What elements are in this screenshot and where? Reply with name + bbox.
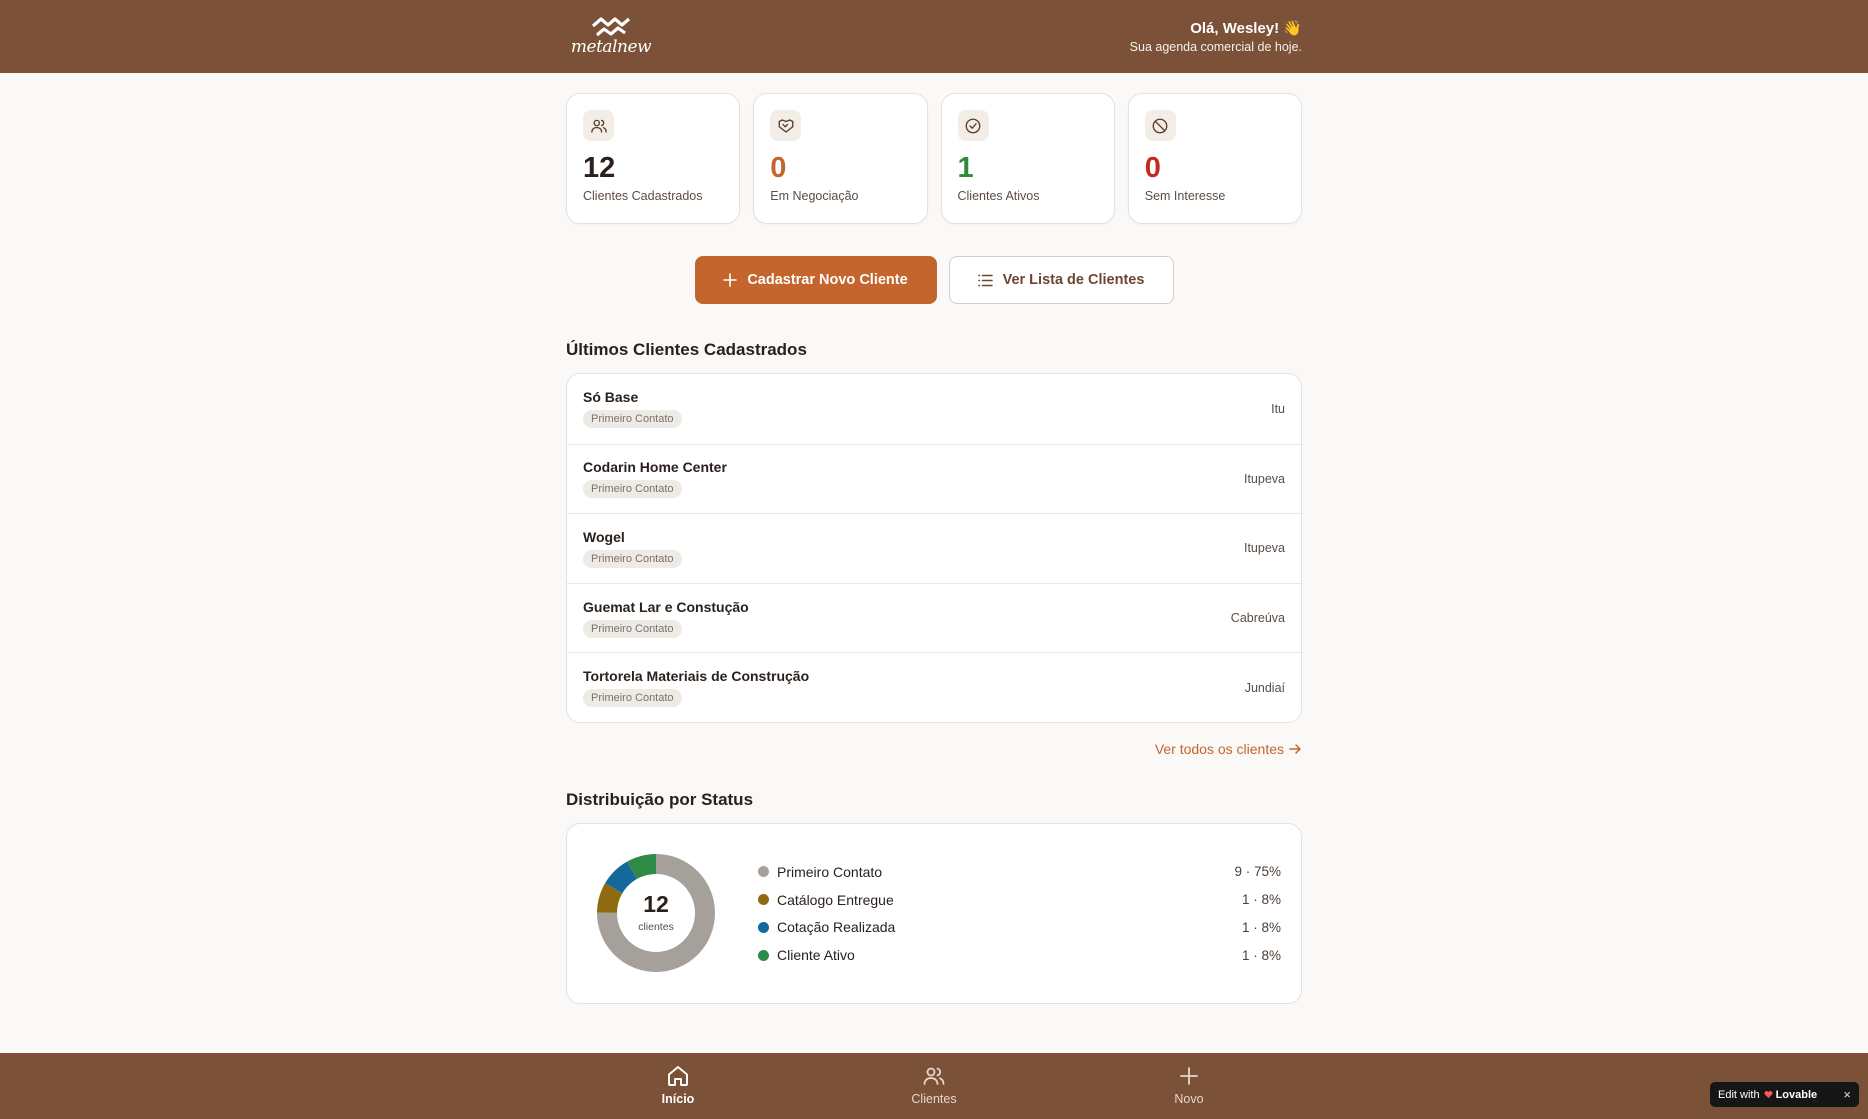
legend-dot <box>758 949 769 961</box>
donut-center: 12 clientes <box>586 843 726 983</box>
nav-clients-label: Clientes <box>911 1092 957 1106</box>
client-name: Guemat Lar e Constução <box>583 598 749 615</box>
main-content: 12 Clientes Cadastrados 0 Em Negociação … <box>566 93 1302 1004</box>
legend-dot <box>758 921 769 933</box>
stat-value: 0 <box>1144 152 1161 184</box>
legend-label: Catálogo Entregue <box>777 891 894 908</box>
legend-label: Primeiro Contato <box>777 863 883 880</box>
plus-icon <box>723 273 738 287</box>
metalnew-logo[interactable]: metalnew <box>566 16 656 57</box>
nav-home-label: Início <box>661 1092 695 1106</box>
legend-dot <box>758 894 769 906</box>
stat-label: Em Negociação <box>770 189 859 203</box>
see-all-clients-link[interactable]: Ver todos os clientes <box>566 741 1302 757</box>
client-name: Codarin Home Center <box>583 459 727 476</box>
status-badge: Primeiro Contato <box>583 689 682 708</box>
donut-total: 12 <box>643 891 669 918</box>
home-icon <box>668 1066 688 1086</box>
legend-value: 1 · 8% <box>1241 892 1281 908</box>
stat-card-registered: 12 Clientes Cadastrados <box>566 93 741 224</box>
greeting-title: Olá, Wesley! 👋 <box>1190 20 1302 37</box>
lovable-brand: Lovable <box>1764 1088 1818 1101</box>
handshake-icon <box>770 110 802 141</box>
recent-clients-title: Últimos Clientes Cadastrados <box>566 340 807 359</box>
view-list-label: Ver Lista de Clientes <box>1002 272 1145 288</box>
legend-value: 9 · 75% <box>1234 864 1281 880</box>
status-legend: Primeiro Contato 9 · 75% Catálogo Entreg… <box>758 858 1281 969</box>
status-badge: Primeiro Contato <box>583 549 682 568</box>
close-icon[interactable]: × <box>1843 1087 1851 1102</box>
client-name: Tortorela Materiais de Construção <box>583 668 810 685</box>
lovable-brand-label: Lovable <box>1775 1088 1818 1101</box>
plus-icon <box>1180 1067 1198 1085</box>
legend-dot <box>758 866 769 878</box>
client-row[interactable]: Tortorela Materiais de Construção Primei… <box>567 652 1301 722</box>
legend-item: Catálogo Entregue 1 · 8% <box>758 886 1281 914</box>
arrow-right-icon <box>1289 744 1301 754</box>
legend-label: Cotação Realizada <box>777 919 896 936</box>
legend-item: Cliente Ativo 1 · 8% <box>758 941 1281 969</box>
client-name: Só Base <box>583 389 639 406</box>
stat-value: 0 <box>770 152 787 184</box>
stat-value: 1 <box>957 152 974 184</box>
status-badge: Primeiro Contato <box>583 410 682 429</box>
client-city: Itupeva <box>1243 471 1285 486</box>
nav-home[interactable]: Início <box>623 1064 733 1106</box>
new-client-button[interactable]: Cadastrar Novo Cliente <box>694 256 937 304</box>
stat-value: 12 <box>583 152 616 184</box>
legend-label: Cliente Ativo <box>777 947 855 963</box>
greeting: Olá, Wesley! 👋 Sua agenda comercial de h… <box>1130 19 1302 54</box>
greeting-subtitle: Sua agenda comercial de hoje. <box>1129 40 1302 54</box>
client-name: Wogel <box>583 528 625 545</box>
nav-clients[interactable]: Clientes <box>879 1064 989 1106</box>
ban-icon <box>1144 110 1176 141</box>
stat-card-no-interest: 0 Sem Interesse <box>1127 93 1302 224</box>
users-icon <box>583 110 614 141</box>
nav-new-label: Novo <box>1174 1092 1204 1106</box>
lovable-heart-icon <box>1764 1091 1773 1099</box>
bottom-nav: Início Clientes Novo <box>0 1053 1868 1119</box>
legend-item: Cotação Realizada 1 · 8% <box>758 913 1281 941</box>
recent-clients-list: Só Base Primeiro Contato Itu Codarin Hom… <box>566 373 1302 723</box>
client-row[interactable]: Codarin Home Center Primeiro Contato Itu… <box>567 443 1301 514</box>
stat-label: Clientes Cadastrados <box>583 189 703 203</box>
donut-caption: clientes <box>638 921 674 934</box>
see-all-label: Ver todos os clientes <box>1154 740 1284 757</box>
edit-with-lovable-badge[interactable]: Edit with Lovable × <box>1710 1082 1859 1107</box>
users-icon <box>923 1067 945 1085</box>
top-bar: metalnew Olá, Wesley! 👋 Sua agenda comer… <box>0 0 1868 73</box>
badge-prefix: Edit with <box>1718 1088 1760 1101</box>
client-city: Itu <box>1271 401 1285 416</box>
nav-new[interactable]: Novo <box>1134 1064 1244 1106</box>
donut-chart: 12 clientes <box>586 843 726 983</box>
logo-text: metalnew <box>570 36 652 57</box>
client-row[interactable]: Wogel Primeiro Contato Itupeva <box>567 513 1301 583</box>
status-badge: Primeiro Contato <box>583 480 682 499</box>
stat-card-negotiation: 0 Em Negociação <box>753 93 928 224</box>
client-city: Cabreúva <box>1230 611 1285 626</box>
legend-item: Primeiro Contato 9 · 75% <box>758 858 1281 886</box>
view-list-button[interactable]: Ver Lista de Clientes <box>948 256 1174 304</box>
legend-value: 1 · 8% <box>1241 919 1281 935</box>
distribution-title: Distribuição por Status <box>566 789 754 809</box>
legend-value: 1 · 8% <box>1241 947 1281 963</box>
distribution-card: 12 clientes Primeiro Contato 9 · 75% Cat… <box>566 822 1302 1004</box>
status-badge: Primeiro Contato <box>583 619 682 638</box>
client-city: Itupeva <box>1243 541 1285 556</box>
stat-label: Clientes Ativos <box>957 189 1040 203</box>
stat-label: Sem Interesse <box>1144 189 1226 203</box>
new-client-label: Cadastrar Novo Cliente <box>747 272 908 288</box>
logo-wave-icon <box>591 16 631 36</box>
client-row[interactable]: Só Base Primeiro Contato Itu <box>567 374 1301 444</box>
stat-card-active: 1 Clientes Ativos <box>940 93 1115 224</box>
check-circle-icon <box>957 110 989 141</box>
client-row[interactable]: Guemat Lar e Constução Primeiro Contato … <box>567 582 1301 653</box>
action-buttons: Cadastrar Novo Cliente Ver Lista de Clie… <box>566 256 1302 304</box>
client-city: Jundiaí <box>1244 680 1285 695</box>
stats-row: 12 Clientes Cadastrados 0 Em Negociação … <box>566 93 1302 224</box>
list-icon <box>977 274 993 286</box>
